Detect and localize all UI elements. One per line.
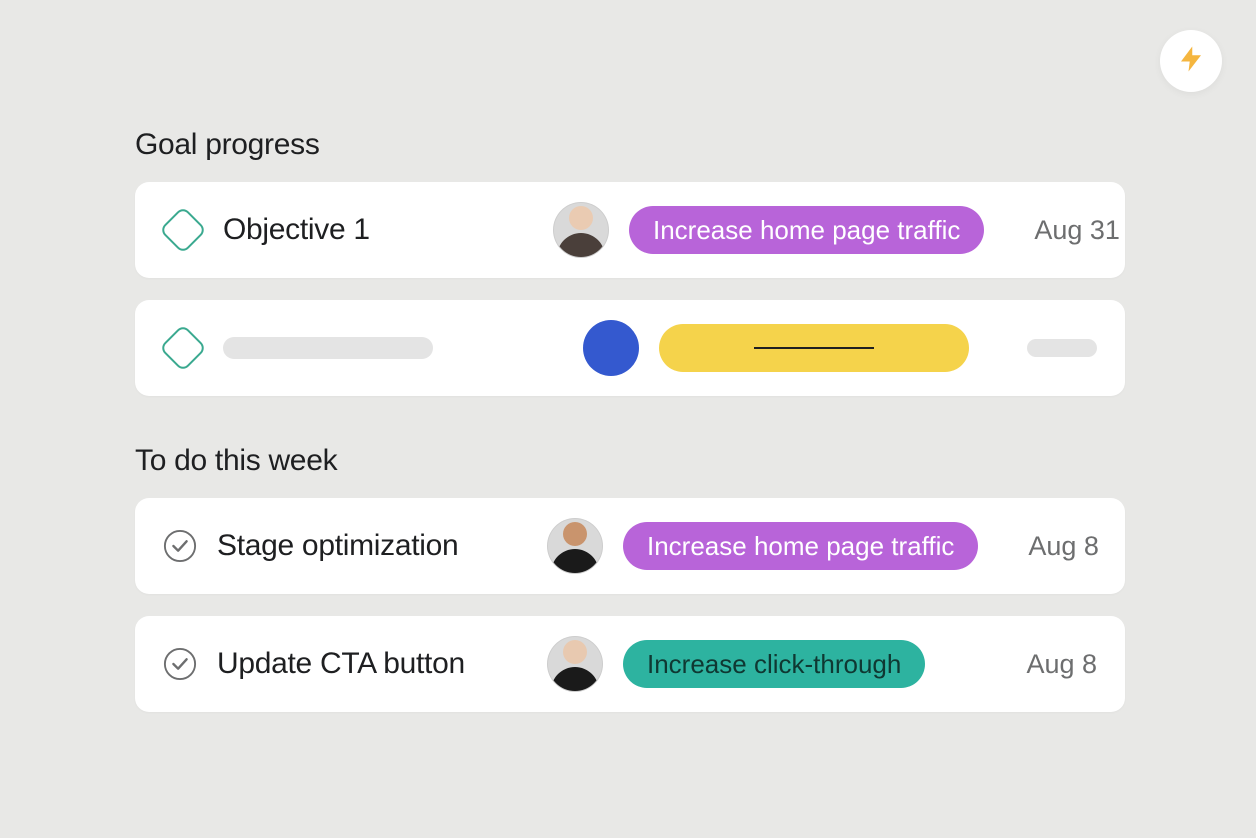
task-title: Update CTA button <box>217 647 527 681</box>
assignee-avatar[interactable] <box>553 202 609 258</box>
project-tag[interactable]: Increase home page traffic <box>623 522 978 570</box>
project-tag[interactable]: Increase click-through <box>623 640 925 688</box>
check-circle-icon <box>163 529 197 563</box>
goal-row[interactable]: Objective 1 Increase home page traffic A… <box>135 182 1125 278</box>
section-title-goal-progress: Goal progress <box>135 128 1125 162</box>
task-row[interactable]: Stage optimization Increase home page tr… <box>135 498 1125 594</box>
goal-row-placeholder[interactable] <box>135 300 1125 396</box>
automation-fab[interactable] <box>1160 30 1222 92</box>
diamond-icon <box>159 324 207 372</box>
main-content: Goal progress Objective 1 Increase home … <box>135 128 1125 734</box>
lightning-icon <box>1176 44 1206 79</box>
complete-toggle[interactable] <box>163 529 197 563</box>
goal-icon <box>163 328 203 368</box>
project-tag[interactable]: Increase home page traffic <box>629 206 984 254</box>
project-tag-label: Increase home page traffic <box>653 215 960 246</box>
goal-title: Objective 1 <box>223 213 533 247</box>
project-tag-label: Increase home page traffic <box>647 531 954 562</box>
placeholder-title <box>223 337 433 359</box>
due-date-placeholder <box>1027 339 1097 357</box>
assignee-avatar-placeholder[interactable] <box>583 320 639 376</box>
project-tag-placeholder[interactable] <box>659 324 969 372</box>
section-title-todo: To do this week <box>135 444 1125 478</box>
todo-section: To do this week Stage optimization Incre… <box>135 444 1125 712</box>
goal-progress-section: Goal progress Objective 1 Increase home … <box>135 128 1125 396</box>
diamond-icon <box>159 206 207 254</box>
task-title: Stage optimization <box>217 529 527 563</box>
due-date: Aug 8 <box>1026 649 1097 680</box>
assignee-avatar[interactable] <box>547 636 603 692</box>
project-tag-label: Increase click-through <box>647 649 901 680</box>
goal-icon <box>163 210 203 250</box>
assignee-avatar[interactable] <box>547 518 603 574</box>
task-row[interactable]: Update CTA button Increase click-through… <box>135 616 1125 712</box>
due-date: Aug 8 <box>1028 531 1099 562</box>
complete-toggle[interactable] <box>163 647 197 681</box>
due-date: Aug 31 <box>1034 215 1120 246</box>
check-circle-icon <box>163 647 197 681</box>
